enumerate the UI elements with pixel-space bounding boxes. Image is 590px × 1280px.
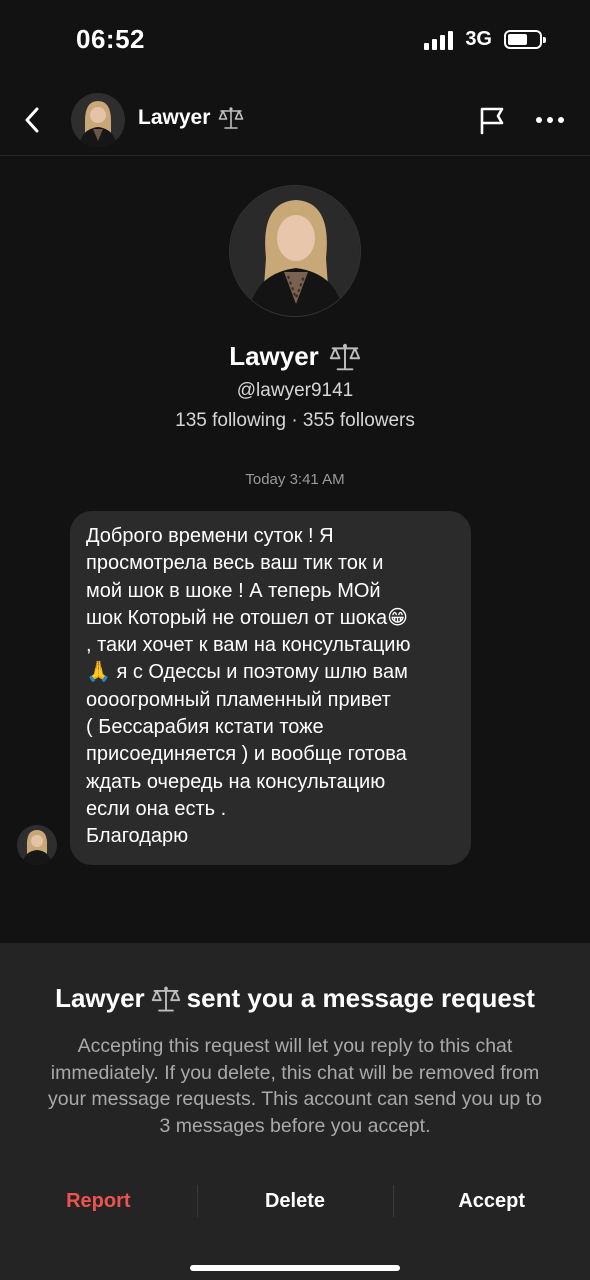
- profile-avatar[interactable]: [229, 185, 361, 317]
- status-indicators: 3G: [424, 28, 546, 51]
- chevron-left-icon: [25, 107, 39, 133]
- status-bar: 06:52 3G: [0, 0, 590, 80]
- more-options-button[interactable]: [532, 102, 568, 138]
- request-title: Lawyer sent you a message request: [0, 983, 590, 1014]
- delete-button[interactable]: Delete: [196, 1179, 394, 1223]
- header-title[interactable]: Lawyer: [138, 106, 244, 130]
- report-flag-button[interactable]: [474, 102, 510, 138]
- profile-name: Lawyer: [0, 341, 590, 372]
- profile-name-text: Lawyer: [229, 341, 319, 371]
- message-timestamp: Today 3:41 AM: [245, 471, 345, 488]
- request-title-suffix: sent you a message request: [186, 983, 535, 1013]
- header-avatar[interactable]: [71, 93, 125, 147]
- status-time: 06:52: [76, 24, 145, 54]
- back-button[interactable]: [14, 100, 50, 140]
- flag-icon: [480, 107, 504, 135]
- signal-icon: [424, 30, 454, 50]
- profile-handle: @lawyer9141: [236, 380, 354, 401]
- profile-stats: 135 following · 355 followers: [175, 410, 415, 431]
- chat-header: Lawyer: [0, 84, 590, 156]
- network-type: 3G: [465, 28, 492, 50]
- scales-icon: [219, 107, 244, 129]
- scales-icon: [329, 343, 360, 370]
- message-text: Доброго времени суток ! Я просмотрела ве…: [86, 525, 411, 848]
- scales-icon: [151, 986, 180, 1011]
- message-request-sheet: Lawyer sent you a message request Accept…: [0, 943, 590, 1280]
- request-title-name: Lawyer: [55, 983, 145, 1013]
- header-name-text: Lawyer: [138, 106, 211, 129]
- request-description: Accepting this request will let you repl…: [48, 1035, 542, 1137]
- message-bubble[interactable]: Доброго времени суток ! Я просмотрела ве…: [70, 511, 471, 865]
- battery-icon: [504, 30, 546, 49]
- sender-avatar[interactable]: [17, 825, 57, 865]
- accept-button[interactable]: Accept: [393, 1179, 590, 1223]
- home-indicator: [190, 1265, 400, 1271]
- request-actions: Report Delete Accept: [0, 1179, 590, 1223]
- report-button[interactable]: Report: [0, 1179, 197, 1223]
- more-horizontal-icon: [536, 117, 564, 123]
- chat-screen: 06:52 3G Lawyer Lawyer @lawyer9141 135 f…: [0, 0, 590, 1280]
